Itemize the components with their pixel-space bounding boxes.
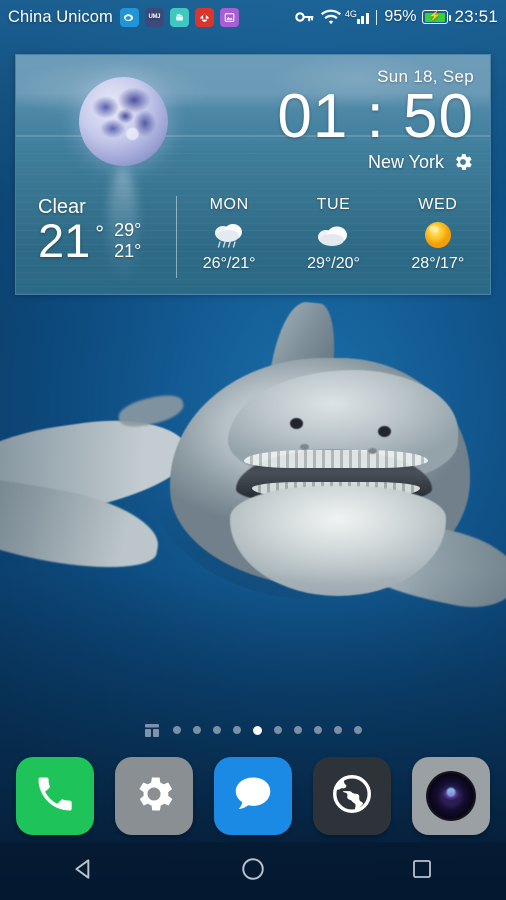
page-dot[interactable] [192,726,201,734]
page-dot[interactable] [313,726,322,734]
battery-charging-icon: ⚡ [422,10,452,24]
forecast-row[interactable]: Clear 21 ° 29° 21° MON 26°/21° TUE 29°/2… [16,192,490,294]
status-clock: 23:51 [454,7,498,26]
dock-app-settings[interactable] [115,757,193,835]
day-temps: 26°/21° [202,255,256,272]
high-temp: 29° [114,220,142,240]
home-circle-icon [240,856,266,887]
notification-icons[interactable]: UMJ [119,7,239,27]
widget-city: New York [367,151,444,172]
day-label: WED [418,196,458,213]
weather-clock-widget[interactable]: Sun 18, Sep 01 : 50 New York Clear 21 ° … [15,54,491,295]
widget-clock-area[interactable]: Sun 18, Sep 01 : 50 New York [277,67,474,173]
day-label: MON [209,196,249,213]
carrier-label: China Unicom [8,7,113,26]
vpn-key-icon [295,9,315,25]
home-button[interactable] [218,849,288,893]
signal-indicator: 4G [344,8,369,24]
dock-app-messages[interactable] [214,757,292,835]
page-dot[interactable] [232,726,241,734]
day-temps: 28°/17° [411,255,465,272]
page-dot[interactable] [212,726,221,734]
page-dot-active[interactable] [252,725,262,735]
battery-percent-label: 95% [384,8,417,25]
recents-square-icon [410,857,434,886]
high-low-temps: 29° 21° [114,220,141,262]
page-dot[interactable] [333,726,342,734]
signal-bars-icon [356,11,369,24]
sun-icon [386,216,490,254]
gear-icon[interactable] [452,151,474,173]
android-app-icon [169,7,189,27]
page-indicator[interactable] [0,719,506,741]
weibo-icon [119,7,139,27]
current-temp-row: 21 ° 29° 21° [38,217,176,265]
widget-time[interactable]: 01 : 50 [277,85,474,149]
dock-app-camera[interactable] [412,757,490,835]
forecast-day-tue[interactable]: TUE 29°/20° [281,192,385,273]
day-label: TUE [316,196,351,213]
status-bar[interactable]: China Unicom UMJ 4G 95% ⚡ 23:51 [0,0,506,34]
uma-icon: UMJ [144,7,164,27]
recents-button[interactable] [387,849,457,893]
gear-icon [131,771,177,822]
network-type-label: 4G [344,8,357,19]
camera-lens-icon [426,771,476,821]
page-dot[interactable] [273,726,282,734]
dock-app-browser[interactable] [313,757,391,835]
cloud-icon [281,216,385,254]
speech-bubble-icon [230,771,276,822]
day-temps: 29°/20° [307,255,360,272]
forecast-day-wed[interactable]: WED 28°/17° [386,192,490,273]
back-triangle-icon [71,856,97,887]
current-weather[interactable]: Clear 21 ° 29° 21° [16,192,176,265]
rain-cloud-icon [177,216,281,254]
current-temperature: 21 [38,214,91,267]
page-dot[interactable] [293,726,302,734]
wifi-icon [320,9,341,25]
phone-icon [33,772,77,821]
status-divider [375,9,378,25]
dock[interactable] [0,757,506,835]
page-dot[interactable] [353,726,362,734]
huawei-icon [194,7,214,27]
page-dot[interactable] [172,726,181,734]
status-right-cluster[interactable]: 4G 95% ⚡ 23:51 [295,7,498,27]
forecast-day-mon[interactable]: MON 26°/21° [177,192,281,273]
photo-icon [219,7,239,27]
low-temp: 21° [114,241,142,261]
moon-icon [79,77,168,166]
widget-layout-icon[interactable] [144,723,159,737]
degree-symbol: ° [95,221,105,246]
navigation-bar[interactable] [0,842,506,900]
widget-city-row[interactable]: New York [277,151,474,173]
dock-app-phone[interactable] [16,757,94,835]
back-button[interactable] [49,849,119,893]
globe-icon [329,771,375,822]
